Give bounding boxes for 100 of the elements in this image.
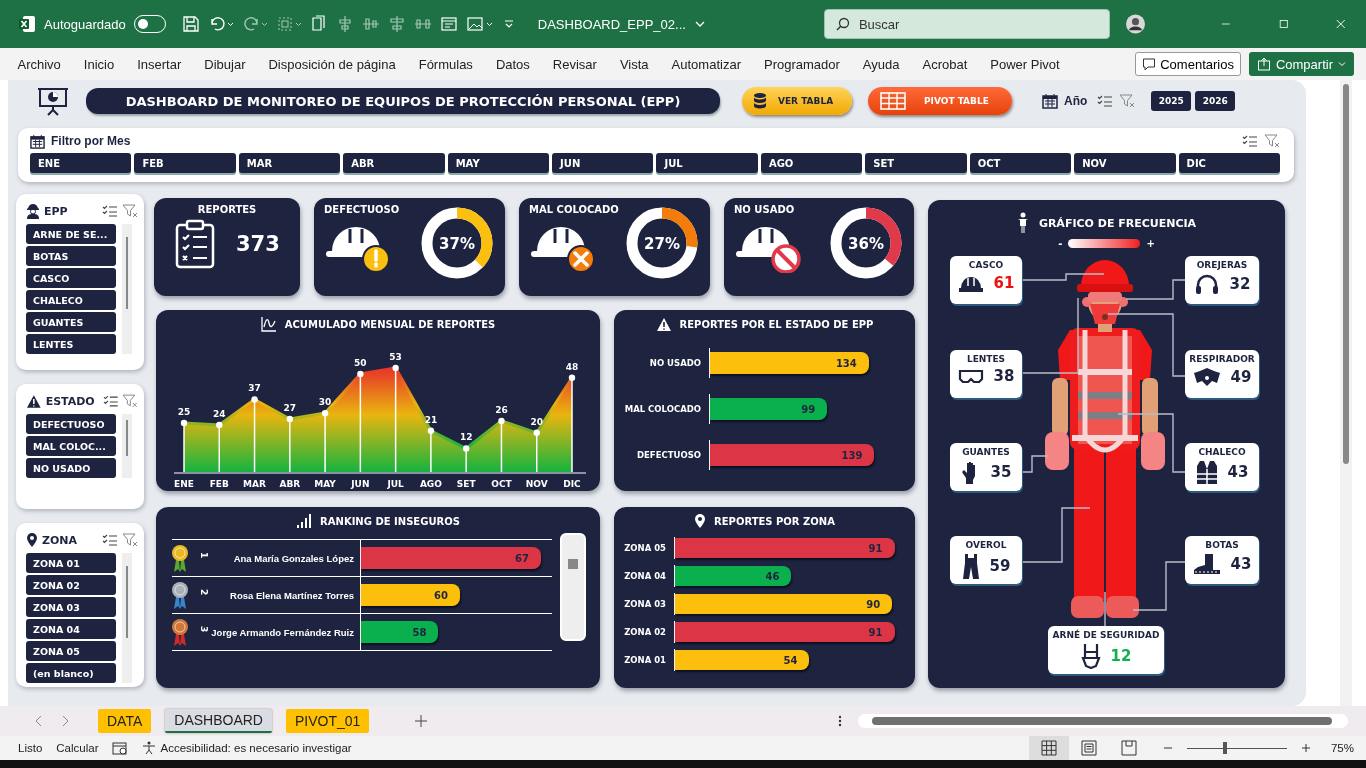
scroll-bar[interactable] xyxy=(122,414,132,478)
maximize-icon[interactable] xyxy=(1279,18,1289,30)
menu-item[interactable]: Revisar xyxy=(541,56,609,72)
slicer-item[interactable]: ZONA 02 xyxy=(26,575,116,595)
search-field[interactable]: Buscar xyxy=(823,9,1111,39)
distribute-icon[interactable] xyxy=(361,15,380,33)
slicer-item[interactable]: CASCO xyxy=(26,268,116,288)
zoom-slider-thumb[interactable] xyxy=(1222,742,1227,754)
sheet-tab[interactable]: DASHBOARD xyxy=(165,709,272,733)
menu-item[interactable]: Vista xyxy=(608,56,661,72)
scroll-bar[interactable] xyxy=(560,533,586,641)
add-sheet-icon[interactable] xyxy=(415,715,428,727)
menu-item[interactable]: Automatizar xyxy=(660,56,753,72)
menu-item[interactable]: Fórmulas xyxy=(407,56,485,72)
clear-filter-icon[interactable] xyxy=(1119,94,1136,108)
horizontal-scroll-bar[interactable] xyxy=(858,714,1348,728)
menu-item[interactable]: Power Pivot xyxy=(978,56,1072,72)
month-button[interactable]: FEB xyxy=(134,153,236,173)
year-button[interactable]: 2025 xyxy=(1151,91,1192,111)
multi-select-icon[interactable] xyxy=(1097,94,1114,108)
menu-item[interactable]: Disposición de página xyxy=(257,56,408,72)
normal-view-icon[interactable] xyxy=(1028,736,1069,760)
zoom-level[interactable]: 75% xyxy=(1330,742,1354,754)
sheet-tab[interactable]: PIVOT_01 xyxy=(285,709,370,733)
chart-title: ACUMULADO MENSUAL DE REPORTES xyxy=(284,318,496,330)
slicer-item[interactable]: CHALECO xyxy=(26,290,116,310)
equipment-label: LENTES xyxy=(966,354,1006,364)
month-button[interactable]: DIC xyxy=(1178,153,1280,173)
bar-label: ZONA 01 xyxy=(623,655,667,665)
scroll-bar[interactable] xyxy=(122,224,132,354)
previous-sheet-icon[interactable] xyxy=(34,715,44,727)
menu-item[interactable]: Ayuda xyxy=(851,56,911,72)
month-button[interactable]: MAY xyxy=(447,153,550,173)
clear-filter-icon[interactable] xyxy=(1264,134,1280,148)
accessibility-icon[interactable] xyxy=(142,741,157,755)
slicer-item[interactable]: ZONA 01 xyxy=(26,553,116,573)
calculate-button[interactable]: Calcular xyxy=(56,742,99,754)
menu-item[interactable]: Acrobat xyxy=(911,56,979,72)
slicer-item[interactable]: MAL COLOC... xyxy=(26,436,116,456)
redo-icon[interactable] xyxy=(241,15,268,33)
file-name[interactable]: DASHBOARD_EPP_02... xyxy=(537,16,686,32)
multi-select-icon[interactable] xyxy=(102,533,118,547)
data-label: 21 xyxy=(424,414,438,425)
close-icon[interactable] xyxy=(1336,18,1346,30)
slicer-item[interactable]: ARNE DE SE... xyxy=(26,224,116,244)
menu-item[interactable]: Programador xyxy=(752,56,852,72)
scroll-bar[interactable] xyxy=(122,553,132,683)
slicer-item[interactable]: GUANTES xyxy=(26,312,116,332)
view-table-button[interactable]: VER TABLA xyxy=(742,87,852,115)
month-button[interactable]: NOV xyxy=(1074,153,1176,173)
multi-select-icon[interactable] xyxy=(1242,134,1258,148)
slicer-item[interactable]: BOTAS xyxy=(26,246,116,266)
equipment-count: 61 xyxy=(993,274,1015,292)
data-label: 30 xyxy=(318,397,332,408)
slicer-item[interactable]: ZONA 05 xyxy=(26,641,116,661)
picture-icon[interactable] xyxy=(465,15,494,33)
avatar[interactable] xyxy=(1126,12,1146,36)
year-button[interactable]: 2026 xyxy=(1195,91,1236,111)
sheet-tab[interactable]: DATA xyxy=(98,709,152,733)
month-button[interactable]: ENE xyxy=(30,153,132,173)
slicer-item[interactable]: NO USADO xyxy=(26,458,116,478)
month-button[interactable]: SET xyxy=(865,153,967,173)
month-button[interactable]: MAR xyxy=(238,153,341,173)
more-options-icon[interactable] xyxy=(838,715,842,727)
menu-item[interactable]: Insertar xyxy=(125,56,193,72)
bar-value: 91 xyxy=(868,542,884,554)
slicer-item[interactable]: (en blanco) xyxy=(26,663,116,683)
menu-item[interactable]: Archivo xyxy=(6,56,73,72)
align-icon[interactable] xyxy=(387,15,406,33)
form-icon[interactable] xyxy=(439,15,458,33)
multi-select-icon[interactable] xyxy=(102,394,119,408)
menu-item[interactable]: Inicio xyxy=(72,56,126,72)
excel-logo-icon[interactable] xyxy=(18,15,36,33)
axis-label: DIC xyxy=(563,479,581,489)
slicer-item[interactable]: DEFECTUOSO xyxy=(26,414,116,434)
location-pin-icon xyxy=(694,513,707,529)
save-icon[interactable] xyxy=(181,15,200,33)
slicer-item[interactable]: ZONA 03 xyxy=(26,597,116,617)
bar-label: ZONA 03 xyxy=(623,599,667,609)
month-button[interactable]: JUN xyxy=(552,153,654,173)
comments-button[interactable]: Comentarios xyxy=(1135,52,1241,76)
slicer-item[interactable]: ZONA 04 xyxy=(26,619,116,639)
month-button[interactable]: ABR xyxy=(343,153,445,173)
zoom-in-icon[interactable] xyxy=(1300,743,1311,753)
multi-select-icon[interactable] xyxy=(102,204,118,218)
slicer-item[interactable]: LENTES xyxy=(26,334,116,354)
month-button[interactable]: JUL xyxy=(656,153,758,173)
month-button[interactable]: OCT xyxy=(969,153,1072,173)
menu-item[interactable]: Dibujar xyxy=(192,56,257,72)
data-point xyxy=(321,409,329,417)
medal-icon xyxy=(172,580,188,610)
macro-recorder-icon[interactable] xyxy=(112,741,129,755)
copy-icon[interactable] xyxy=(309,15,328,33)
menu-item[interactable]: Datos xyxy=(484,56,542,72)
next-sheet-icon[interactable] xyxy=(60,715,70,727)
month-button[interactable]: AGO xyxy=(760,153,863,173)
accessibility-status[interactable]: Accesibilidad: es necesario investigar xyxy=(160,742,352,754)
rank-number: 2 xyxy=(199,589,209,598)
share-button[interactable]: Compartir xyxy=(1248,52,1354,76)
vertical-scroll-bar[interactable] xyxy=(1340,80,1352,706)
